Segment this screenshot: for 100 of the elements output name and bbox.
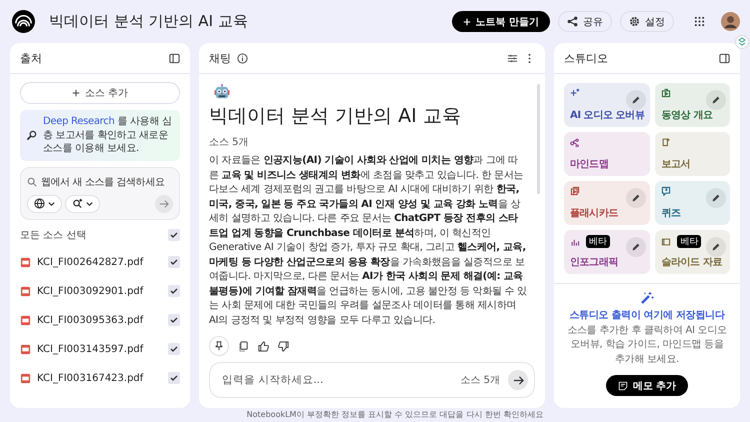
panel-toggle-icon[interactable] xyxy=(169,52,180,64)
info-icon[interactable] xyxy=(237,52,248,64)
panel-title: 출처 xyxy=(20,50,42,66)
pencil-icon xyxy=(711,95,721,105)
tile-icon xyxy=(570,88,580,98)
pencil-icon xyxy=(631,193,642,203)
tile-label: 마인드맵 xyxy=(570,158,610,171)
tile-label: 슬라이드 자료 xyxy=(661,256,724,269)
arrow-right-icon xyxy=(159,198,169,208)
magic-wand-icon xyxy=(640,290,654,304)
studio-tile[interactable]: 보고서 xyxy=(655,132,730,176)
source-checkbox[interactable] xyxy=(168,343,180,355)
thumbs-down-icon[interactable] xyxy=(278,340,289,352)
edit-button[interactable] xyxy=(626,90,646,110)
check-icon xyxy=(169,257,179,267)
source-name[interactable]: KCI_FI003095363.pdf xyxy=(37,314,162,326)
plus-icon xyxy=(72,89,80,97)
chat-input-box[interactable]: 입력을 시작하세요... 소스 5개 xyxy=(209,362,535,398)
add-source-button[interactable]: 소스 추가 xyxy=(20,82,180,104)
edit-button[interactable] xyxy=(706,90,726,110)
select-all-label: 모든 소스 선택 xyxy=(20,229,88,242)
studio-tile[interactable]: 베타 슬라이드 자료 xyxy=(655,230,730,274)
add-note-button[interactable]: 메모 추가 xyxy=(606,375,688,396)
settings-button[interactable]: 설정 xyxy=(620,11,674,32)
tile-icon xyxy=(661,88,672,98)
edit-button[interactable] xyxy=(626,188,646,208)
deep-research-link[interactable]: Deep Research xyxy=(43,116,115,127)
empty-state-title: 스튜디오 출력이 여기에 저장됩니다 xyxy=(569,308,725,322)
pdf-icon xyxy=(20,372,31,384)
banner-text: Deep Research 를 사용해 심층 보고서를 확인하고 새로운 소스를 이용해 보세요. xyxy=(43,115,173,156)
tile-label: AI 오디오 오버뷰 xyxy=(570,109,644,122)
studio-tile[interactable]: 마인드맵 xyxy=(564,132,650,176)
check-icon xyxy=(169,344,179,354)
pencil-icon xyxy=(711,242,721,252)
edit-button[interactable] xyxy=(626,237,646,257)
plus-icon xyxy=(462,18,471,26)
check-icon xyxy=(169,286,179,296)
share-button[interactable]: 공유 xyxy=(558,11,612,32)
source-checkbox[interactable] xyxy=(168,372,180,384)
sliders-icon[interactable] xyxy=(507,52,518,64)
globe-icon xyxy=(34,198,45,209)
pencil-icon xyxy=(711,193,721,203)
pdf-icon xyxy=(20,344,31,354)
source-checkbox[interactable] xyxy=(168,256,180,268)
tile-label: 인포그래픽 xyxy=(570,256,620,269)
tile-label: 플래시카드 xyxy=(570,207,620,220)
source-checkbox[interactable] xyxy=(168,285,180,297)
pdf-icon xyxy=(20,286,31,296)
summary-paragraph: 이 자료들은 인공지능(AI) 기술이 사회와 산업에 미치는 영향과 그에 따른 교육 및 비즈니스 생태계의 변화에 초점을 맞추고 있습니다. 한 문서는 다보스 세계 경제포럼의 권고를 바탕으로 AI 시대에 대비하기 위한 한국, 미국, 중국, 일본 등 주요 국가들의 AI 인재 양성 및 교육 강화 노력을 상세히 설명하고 있습니다. 다른 주요 문서는 ChatGPT 등장 전후의 스타트업 업계 동향을 Crunchbase 데이터로 분석하며, 이 혁신적인 Generative AI 기술이 창업 증가, 투자 규모 확대, 그리고 헬스케어, 교육, 마케팅 등 다양한 산업군으로의 응용 확장을 가속화했음을 실증적으로 보여줍니다. 마지막으로, 다른 문서는 AI가 한국 사회의 문제 해결(예: 교육 불평등)에 기여할 잠재력을 언급하는 동시에, 고용 불안정 등 악화될 수 있는 사회 문제에 대한 국민들의 우려를 설문조사 데이터를 통해 제시하며 AI의 긍정적 및 부정적 영향을 모두 다루고 있습니다. xyxy=(209,154,527,328)
edit-button[interactable] xyxy=(706,188,726,208)
pencil-icon xyxy=(631,95,642,105)
pin-button[interactable] xyxy=(209,336,229,356)
check-icon xyxy=(169,315,179,325)
gear-icon xyxy=(629,16,640,27)
scrollbar[interactable] xyxy=(537,84,540,194)
user-avatar[interactable] xyxy=(721,12,740,31)
empty-state-text: 소스를 추가한 후 클릭하여 AI 오디오 오버뷰, 학습 가이드, 마인드맵 등을 추가해 보세요. xyxy=(566,324,728,366)
tile-icon xyxy=(661,186,672,196)
source-name[interactable]: KCI_FI002642827.pdf xyxy=(37,256,162,268)
web-search-field[interactable]: 웹에서 새 소스를 검색하세요 xyxy=(41,174,173,190)
tile-icon xyxy=(570,137,580,147)
web-source-dropdown[interactable] xyxy=(27,194,62,212)
send-button[interactable] xyxy=(508,370,528,390)
notebook-title[interactable]: 빅데이터 분석 기반의 AI 교육 xyxy=(49,12,248,31)
copy-icon[interactable] xyxy=(238,340,249,352)
chevron-down-icon xyxy=(86,200,93,207)
tile-icon xyxy=(661,236,672,246)
arrow-right-icon xyxy=(512,374,524,386)
notebook-heading: 빅데이터 분석 기반의 AI 교육 xyxy=(209,104,462,129)
apps-grid-icon[interactable] xyxy=(694,16,705,27)
source-count: 소스 5개 xyxy=(460,374,500,387)
tile-icon xyxy=(661,137,672,147)
source-name[interactable]: KCI_FI003167423.pdf xyxy=(37,372,162,384)
panel-title: 스튜디오 xyxy=(564,50,608,66)
select-all-checkbox[interactable] xyxy=(168,229,180,241)
source-checkbox[interactable] xyxy=(168,314,180,326)
studio-tile[interactable]: 퀴즈 xyxy=(655,181,730,225)
create-notebook-button[interactable]: 노트북 만들기 xyxy=(452,11,550,32)
panel-toggle-icon[interactable] xyxy=(719,52,730,64)
disclaimer-text: NotebookLM이 부정확한 정보를 표시할 수 있으므로 대답을 다시 한번 확인하세요 xyxy=(246,409,544,421)
studio-tile[interactable]: 동영상 개요 xyxy=(655,83,730,127)
chevron-down-icon xyxy=(48,200,55,207)
pdf-icon xyxy=(20,314,31,326)
web-search-box[interactable]: 웹에서 새 소스를 검색하세요 xyxy=(20,166,180,220)
beta-badge: 베타 xyxy=(677,235,702,248)
studio-tile[interactable]: 플래시카드 xyxy=(564,181,650,225)
edit-button[interactable] xyxy=(706,237,726,257)
studio-tile[interactable]: AI 오디오 오버뷰 xyxy=(564,83,650,127)
pin-icon xyxy=(214,341,224,351)
app-logo-icon[interactable] xyxy=(12,10,35,33)
floating-helper-icon[interactable] xyxy=(735,35,749,49)
source-name[interactable]: KCI_FI003092901.pdf xyxy=(37,286,162,296)
research-mode-dropdown[interactable] xyxy=(65,194,100,212)
check-icon xyxy=(169,230,179,240)
source-name[interactable]: KCI_FI003143597.pdf xyxy=(37,344,162,354)
magnifier-icon xyxy=(26,130,37,141)
submit-search-button[interactable] xyxy=(155,194,173,212)
tile-label: 보고서 xyxy=(661,158,692,171)
studio-tile[interactable]: 베타 인포그래픽 xyxy=(564,230,650,274)
thumbs-up-icon[interactable] xyxy=(258,340,269,352)
